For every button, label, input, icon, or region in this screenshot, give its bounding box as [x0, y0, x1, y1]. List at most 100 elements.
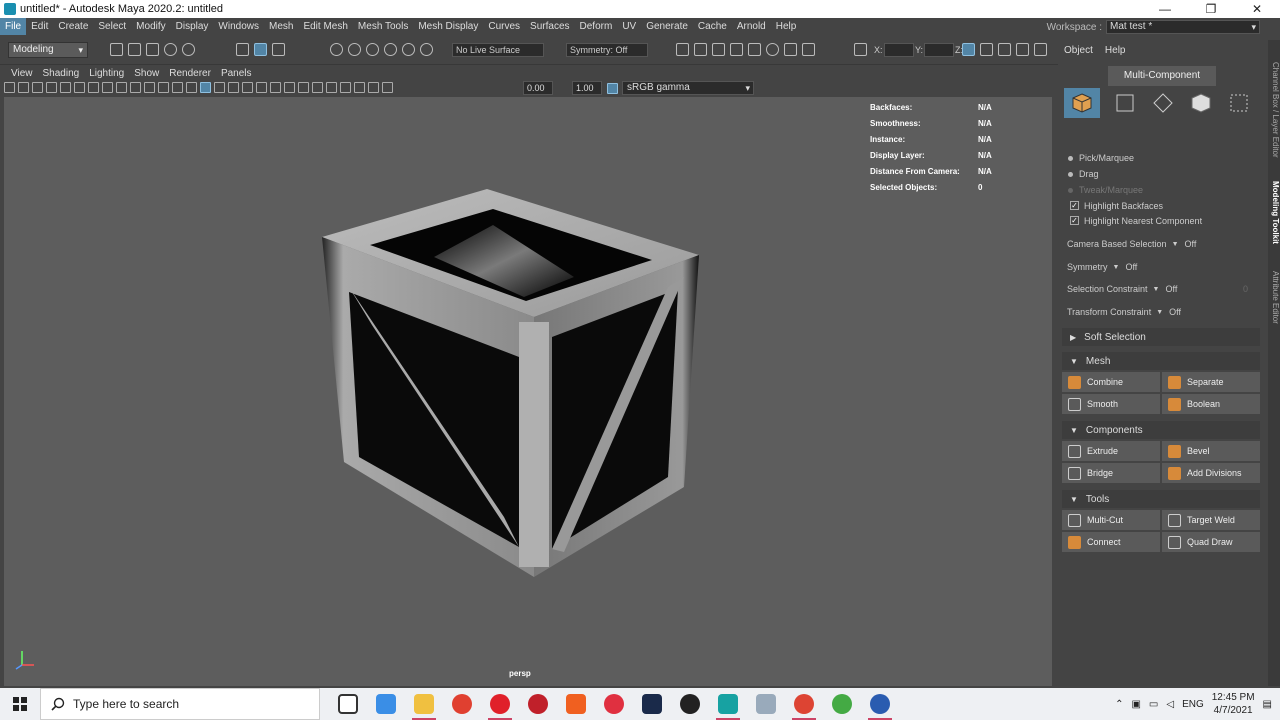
- opera-icon[interactable]: [488, 694, 512, 720]
- maya-taskbar-icon[interactable]: [716, 694, 740, 720]
- attribute-editor-tab[interactable]: Attribute Editor: [1268, 262, 1280, 332]
- new-scene-icon[interactable]: [110, 43, 123, 56]
- start-button[interactable]: [0, 688, 40, 720]
- taskbar-clock[interactable]: 12:45 PM 4/7/2021: [1212, 691, 1255, 717]
- menu-uv[interactable]: UV: [617, 18, 641, 35]
- exposure-field[interactable]: 0.00: [523, 81, 553, 95]
- shadows-icon[interactable]: [270, 82, 281, 93]
- snap-projected-center-icon[interactable]: [384, 43, 397, 56]
- menu-help[interactable]: Help: [771, 18, 802, 35]
- photoshop-icon[interactable]: [642, 694, 662, 714]
- boolean-button[interactable]: Boolean: [1162, 394, 1260, 414]
- combine-button[interactable]: Combine: [1062, 372, 1160, 392]
- panel-menu-shading[interactable]: Shading: [38, 68, 85, 79]
- notifications-icon[interactable]: ▤: [1263, 699, 1272, 710]
- desktop-app-icon[interactable]: [376, 694, 396, 714]
- color-management-icon[interactable]: [607, 83, 618, 94]
- add-divisions-button[interactable]: Add Divisions: [1162, 463, 1260, 483]
- show-channel-box-icon[interactable]: [1016, 43, 1029, 56]
- hypershade-icon[interactable]: [748, 43, 761, 56]
- menu-windows[interactable]: Windows: [213, 18, 264, 35]
- snap-grid-icon[interactable]: [330, 43, 343, 56]
- menu-generate[interactable]: Generate: [641, 18, 693, 35]
- image-viewer-icon[interactable]: [756, 694, 776, 714]
- 2d-pan-zoom-icon[interactable]: [60, 82, 71, 93]
- word-icon[interactable]: [868, 694, 892, 720]
- chrome-icon[interactable]: [452, 694, 472, 714]
- menu-select[interactable]: Select: [93, 18, 131, 35]
- workspace-select[interactable]: Mat test *: [1106, 20, 1260, 34]
- menu-curves[interactable]: Curves: [483, 18, 525, 35]
- symmetry-row[interactable]: Symmetry ▼ Off: [1062, 257, 1260, 277]
- view-transform-select[interactable]: sRGB gamma: [622, 81, 754, 95]
- gate-mask-icon[interactable]: [130, 82, 141, 93]
- face-mode-icon[interactable]: [1188, 90, 1214, 116]
- safe-action-icon[interactable]: [158, 82, 169, 93]
- arnold-render-icon[interactable]: [766, 43, 779, 56]
- history-icon[interactable]: [676, 43, 689, 56]
- save-scene-icon[interactable]: [146, 43, 159, 56]
- pinterest-icon[interactable]: [680, 694, 700, 714]
- taskbar-search[interactable]: Type here to search: [40, 688, 320, 720]
- menu-create[interactable]: Create: [53, 18, 93, 35]
- snap-curve-icon[interactable]: [348, 43, 361, 56]
- open-scene-icon[interactable]: [128, 43, 141, 56]
- bookmarks-icon[interactable]: [32, 82, 43, 93]
- object-menu[interactable]: Object: [1064, 45, 1093, 56]
- perspective-viewport[interactable]: Backfaces: N/A Smoothness: N/A Instance:…: [4, 97, 1052, 686]
- checkbox-icon[interactable]: ✓: [1070, 201, 1079, 210]
- xray-icon[interactable]: [354, 82, 365, 93]
- film-gate-icon[interactable]: [102, 82, 113, 93]
- menu-mesh[interactable]: Mesh: [264, 18, 298, 35]
- vertex-mode-icon[interactable]: [1112, 90, 1138, 116]
- highlight-backfaces-row[interactable]: ✓ Highlight Backfaces: [1068, 198, 1202, 213]
- render-view-icon[interactable]: [784, 43, 797, 56]
- minimize-button[interactable]: —: [1142, 0, 1188, 18]
- menu-display[interactable]: Display: [171, 18, 214, 35]
- field-chart-icon[interactable]: [144, 82, 155, 93]
- select-hierarchy-icon[interactable]: [236, 43, 249, 56]
- transform-mode-icon[interactable]: [854, 43, 867, 56]
- highlight-nearest-row[interactable]: ✓ Highlight Nearest Component: [1068, 213, 1202, 228]
- menu-mesh-tools[interactable]: Mesh Tools: [353, 18, 413, 35]
- bridge-button[interactable]: Bridge: [1062, 463, 1160, 483]
- tools-section-header[interactable]: ▼ Tools: [1062, 490, 1260, 508]
- edge-mode-icon[interactable]: [1150, 90, 1176, 116]
- wireframe-icon[interactable]: [186, 82, 197, 93]
- depth-of-field-icon[interactable]: [326, 82, 337, 93]
- grid-icon[interactable]: [88, 82, 99, 93]
- cube-mesh[interactable]: [322, 189, 699, 577]
- object-mode-icon[interactable]: [1064, 88, 1100, 118]
- isolate-select-icon[interactable]: [340, 82, 351, 93]
- panel-menu-lighting[interactable]: Lighting: [84, 68, 129, 79]
- extrude-button[interactable]: Extrude: [1062, 441, 1160, 461]
- live-surface-field[interactable]: No Live Surface: [452, 43, 544, 57]
- bevel-button[interactable]: Bevel: [1162, 441, 1260, 461]
- file-explorer-icon[interactable]: [412, 694, 436, 720]
- mesh-section-header[interactable]: ▼ Mesh: [1062, 352, 1260, 370]
- show-attribute-editor-icon[interactable]: [980, 43, 993, 56]
- render-frame-icon[interactable]: [694, 43, 707, 56]
- snap-point-icon[interactable]: [366, 43, 379, 56]
- snap-view-plane-icon[interactable]: [402, 43, 415, 56]
- menu-file[interactable]: File: [0, 18, 27, 35]
- menu-set-select[interactable]: Modeling: [8, 42, 88, 58]
- redo-icon[interactable]: [182, 43, 195, 56]
- render-settings-icon[interactable]: [730, 43, 743, 56]
- pick-marquee-option[interactable]: Pick/Marquee: [1068, 150, 1202, 166]
- make-live-icon[interactable]: [420, 43, 433, 56]
- uv-mode-icon[interactable]: [1226, 90, 1252, 116]
- panel-menu-view[interactable]: View: [6, 68, 38, 79]
- chrome-profile-icon[interactable]: [792, 694, 816, 720]
- default-material-icon[interactable]: [214, 82, 225, 93]
- multi-cut-button[interactable]: Multi-Cut: [1062, 510, 1160, 530]
- menu-modify[interactable]: Modify: [131, 18, 170, 35]
- help-menu[interactable]: Help: [1105, 45, 1126, 56]
- language-indicator[interactable]: ENG: [1182, 699, 1204, 710]
- grease-pencil-icon[interactable]: [74, 82, 85, 93]
- menu-deform[interactable]: Deform: [575, 18, 618, 35]
- tray-expand-icon[interactable]: ⌃: [1115, 699, 1123, 710]
- transform-constraint-row[interactable]: Transform Constraint ▼ Off: [1062, 302, 1260, 322]
- target-weld-button[interactable]: Target Weld: [1162, 510, 1260, 530]
- select-camera-icon[interactable]: [4, 82, 15, 93]
